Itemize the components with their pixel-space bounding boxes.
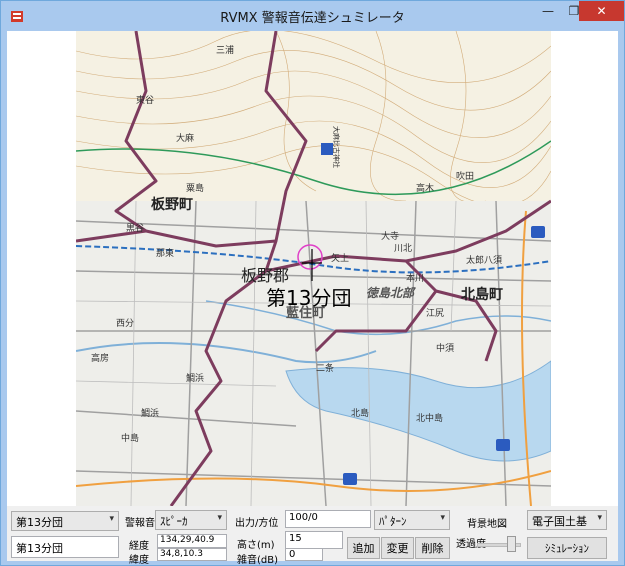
- map-place-label: 鯛浜: [141, 407, 159, 419]
- pattern-select[interactable]: ﾊﾟﾀｰﾝ ▾: [374, 510, 450, 530]
- map-place-label: 北中島: [416, 412, 443, 424]
- add-button[interactable]: 追加: [347, 537, 380, 559]
- map-place-label: 大寺: [381, 230, 399, 242]
- unit-select-value: 第13分団: [16, 516, 63, 529]
- chevron-down-icon: ▾: [109, 514, 114, 524]
- map-town-label: 北島町: [461, 286, 503, 303]
- pattern-select-value: ﾊﾟﾀｰﾝ: [379, 515, 407, 528]
- map-town-label: 徳島北部: [366, 286, 416, 300]
- map-canvas[interactable]: 三浦 大麻比古神社 東谷 大麻 粟島 黒谷 那東 大寺 矢上 二条 吹田 川北 …: [76, 31, 551, 506]
- map-place-label: 那東: [156, 247, 174, 259]
- map-place-label: 大麻: [176, 132, 194, 144]
- latitude-label: 緯度: [129, 555, 149, 566]
- alarm-select-value: ｽﾋﾟｰｶ: [160, 515, 188, 528]
- basemap-select-value: 電子国土基: [532, 515, 587, 528]
- app-window: RVMX 警報音伝達シュミレータ — ❐ ✕ 三浦 大麻比古神社 東谷 大麻 粟…: [0, 0, 625, 566]
- output-field[interactable]: 100/0: [285, 510, 371, 528]
- map-place-label: 太郎八須: [466, 254, 502, 266]
- basemap-select[interactable]: 電子国土基 ▾: [527, 510, 607, 530]
- window-title: RVMX 警報音伝達シュミレータ: [220, 11, 405, 26]
- map-place-label: 粟島: [186, 182, 204, 194]
- close-button[interactable]: ✕: [579, 1, 624, 21]
- map-place-label: 西分: [116, 318, 134, 329]
- minimize-button[interactable]: —: [535, 1, 561, 21]
- map-place-label: 東谷: [136, 94, 154, 106]
- client-area: 三浦 大麻比古神社 東谷 大麻 粟島 黒谷 那東 大寺 矢上 二条 吹田 川北 …: [7, 31, 618, 566]
- map-place-label: 中須: [436, 342, 454, 354]
- delete-button[interactable]: 削除: [415, 537, 450, 559]
- chevron-down-icon: ▾: [597, 513, 602, 523]
- title-bar[interactable]: RVMX 警報音伝達シュミレータ — ❐ ✕: [1, 1, 624, 31]
- simulate-button[interactable]: ｼﾐｭﾚｰｼｮﾝ: [527, 537, 607, 559]
- height-label: 高さ(m): [237, 540, 275, 551]
- alarm-label: 警報音: [125, 518, 155, 529]
- map-place-label: 川北: [394, 243, 412, 254]
- map-place-label: 大麻比古神社: [332, 126, 341, 168]
- height-field[interactable]: 15: [285, 531, 343, 549]
- longitude-field[interactable]: 134,29,40.9: [157, 534, 227, 548]
- map-place-label: 黒谷: [126, 223, 144, 234]
- map-place-label: 鯛浜: [186, 372, 204, 384]
- map-place-label: 本川: [406, 272, 424, 284]
- alarm-select[interactable]: ｽﾋﾟｰｶ ▾: [155, 510, 227, 530]
- map-place-label: 吹田: [456, 170, 474, 182]
- latitude-field[interactable]: 34,8,10.3: [157, 548, 227, 561]
- chevron-down-icon: ▾: [440, 513, 445, 523]
- map-place-label: 矢上: [331, 252, 349, 264]
- noise-field[interactable]: 0: [285, 548, 323, 561]
- noise-label: 雑音(dB): [237, 555, 279, 566]
- map-place-label: 北島: [351, 407, 369, 419]
- change-button[interactable]: 変更: [381, 537, 414, 559]
- map-place-label: 中島: [121, 432, 139, 444]
- longitude-label: 経度: [129, 541, 149, 552]
- map-town-label: 板野町: [151, 196, 193, 213]
- background-map-label: 背景地図: [467, 519, 507, 530]
- output-label: 出力/方位: [235, 518, 279, 529]
- map-place-label: 江尻: [426, 308, 444, 319]
- map-place-label: 三浦: [216, 44, 234, 56]
- transparency-slider-thumb[interactable]: [506, 536, 516, 552]
- selected-unit-label: 第13分団: [266, 286, 351, 310]
- map-place-label: 高房: [91, 352, 109, 364]
- map-place-label: 高木: [416, 182, 434, 194]
- map-town-label: 板野郡: [241, 266, 289, 285]
- unit-select[interactable]: 第13分団 ▾: [11, 511, 119, 531]
- map-view[interactable]: 三浦 大麻比古神社 東谷 大麻 粟島 黒谷 那東 大寺 矢上 二条 吹田 川北 …: [76, 31, 551, 506]
- map-place-label: 二条: [316, 362, 334, 374]
- chevron-down-icon: ▾: [217, 513, 222, 523]
- control-panel: 第13分団 ▾ 第13分団 警報音 ｽﾋﾟｰｶ ▾ 経度 134,29,40.9…: [7, 506, 618, 566]
- unit-name-input[interactable]: 第13分団: [11, 536, 119, 558]
